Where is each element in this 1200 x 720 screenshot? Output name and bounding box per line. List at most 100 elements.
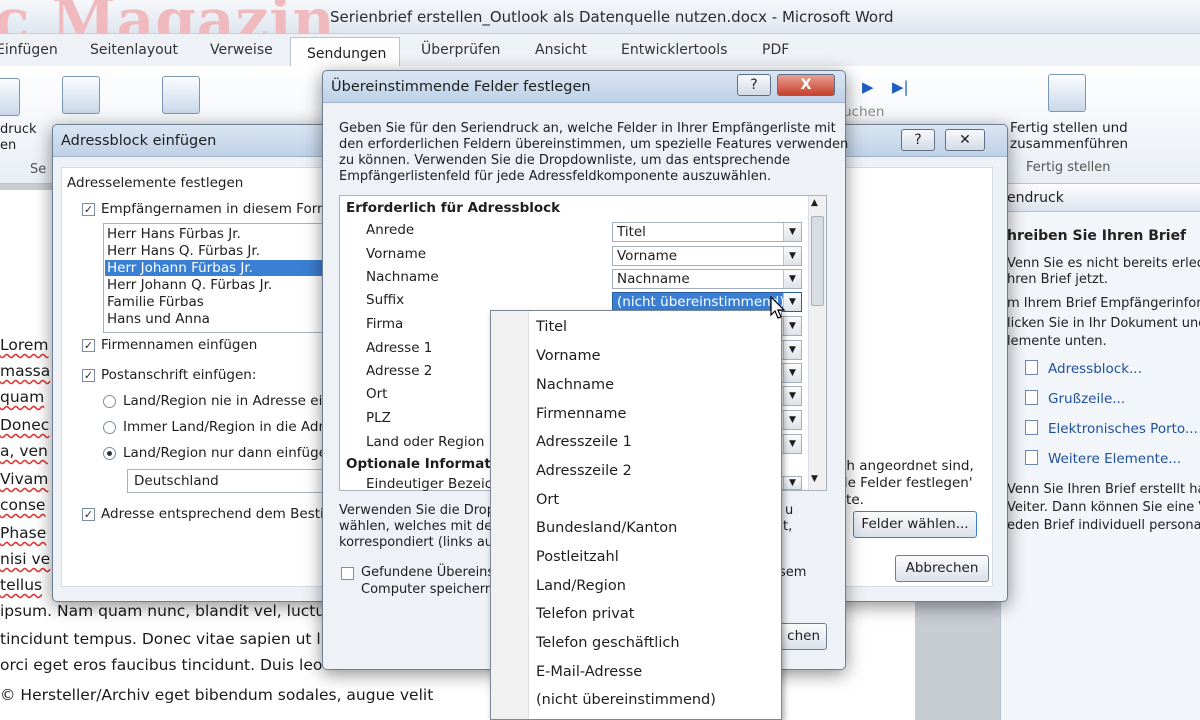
select-adresse1[interactable]: ▼ (780, 340, 802, 360)
section-label: Adresselemente festlegen (67, 175, 244, 191)
window-title: Serienbrief erstellen_Outlook als Datenq… (330, 8, 894, 26)
postal-checkbox[interactable]: ✓ (82, 369, 95, 382)
dropdown-option[interactable]: Adresszeile 2 (536, 463, 632, 479)
intro-text: den erforderlichen Feldern übereinstimme… (339, 137, 849, 152)
scrollbar[interactable]: ▲ ▼ (808, 196, 826, 490)
select-anrede[interactable]: Titel ▼ (612, 222, 802, 242)
field-label: PLZ (366, 410, 391, 426)
tab-verweise[interactable]: Verweise (210, 42, 273, 58)
letter-icon[interactable] (0, 78, 20, 116)
company-check-label: Firmennamen einfügen (101, 337, 258, 353)
scroll-up-icon[interactable]: ▲ (811, 198, 818, 208)
names-checkbox[interactable]: ✓ (82, 203, 95, 216)
finish-merge-icon[interactable] (1048, 74, 1086, 112)
pane-header: endruck (1001, 184, 1200, 212)
chevron-down-icon[interactable]: ▼ (783, 435, 801, 453)
dropdown-option[interactable]: Postleitzahl (536, 549, 619, 565)
select-plz[interactable]: ▼ (780, 410, 802, 430)
ribbon-label: en (0, 138, 17, 153)
tab-ansicht[interactable]: Ansicht (535, 42, 587, 58)
format-check-label: Adresse entsprechend dem Bestimm (101, 506, 351, 522)
close-button[interactable]: X (777, 74, 835, 96)
save-checkbox[interactable] (341, 567, 354, 580)
tab-seitenlayout[interactable]: Seitenlayout (90, 42, 178, 58)
tab-ueberpruefen[interactable]: Überprüfen (421, 42, 500, 58)
list-item[interactable]: Herr Hans Q. Fürbas Jr. (107, 243, 260, 259)
list-item[interactable]: Familie Fürbas (107, 294, 204, 310)
scroll-down-icon[interactable]: ▼ (811, 474, 818, 484)
list-item[interactable]: Hans und Anna (107, 311, 210, 327)
doc-line: tellus (0, 576, 43, 594)
close-button[interactable]: ✕ (945, 129, 985, 151)
scroll-thumb[interactable] (811, 216, 824, 306)
dropdown-option[interactable]: (nicht übereinstimmend) (536, 692, 716, 708)
select-nachname[interactable]: Nachname ▼ (612, 269, 802, 289)
doc-line: Vivam (0, 470, 49, 488)
dropdown-option[interactable]: Telefon geschäftlich (536, 635, 680, 651)
tab-entwicklertools[interactable]: Entwicklertools (621, 42, 727, 58)
pane-text: licken Sie in Ihr Dokument und c (1007, 316, 1200, 331)
chevron-down-icon[interactable]: ▼ (783, 477, 801, 489)
radio-always[interactable] (103, 421, 116, 434)
chevron-down-icon[interactable]: ▼ (783, 364, 801, 382)
format-checkbox[interactable]: ✓ (82, 508, 95, 521)
dropdown-option[interactable]: Nachname (536, 377, 614, 393)
dropdown-option[interactable]: Adresszeile 1 (536, 434, 632, 450)
dropdown-option[interactable]: Telefon privat (536, 606, 634, 622)
tab-einfuegen[interactable]: Einfügen (0, 42, 58, 58)
tab-pdf[interactable]: PDF (762, 42, 789, 58)
radio-never[interactable] (103, 395, 116, 408)
dropdown-option[interactable]: Ort (536, 492, 559, 508)
chevron-down-icon[interactable]: ▼ (783, 341, 801, 359)
ribbon-group-label: Fertig stellen (1026, 160, 1111, 175)
chevron-down-icon[interactable]: ▼ (783, 387, 801, 405)
radio-label: Land/Region nur dann einfügen (123, 445, 336, 461)
radio-label: Land/Region nie in Adresse einf (123, 393, 336, 409)
select-adresse2[interactable]: ▼ (780, 363, 802, 383)
select-ort[interactable]: ▼ (780, 386, 802, 406)
tab-sendungen[interactable]: Sendungen (290, 37, 400, 68)
pane-text: m Ihrem Brief Empfängerinform (1007, 296, 1200, 311)
help-text: wählen, welches mit der (339, 519, 498, 534)
help-button[interactable]: ? (901, 129, 935, 151)
dropdown-option[interactable]: Land/Region (536, 578, 626, 594)
dropdown-option[interactable]: Vorname (536, 348, 601, 364)
recipients-icon[interactable] (62, 76, 100, 114)
select-land[interactable]: ▼ (780, 434, 802, 454)
chevron-down-icon[interactable]: ▼ (783, 270, 801, 288)
link-porto[interactable]: Elektronisches Porto... (1025, 420, 1198, 437)
select-vorname[interactable]: Vorname ▼ (612, 246, 802, 266)
field-label: Land oder Region (366, 434, 485, 450)
doc-line: ipsum. Nam quam nunc, blandit vel, luctu (0, 602, 326, 620)
list-item[interactable]: Herr Hans Fürbas Jr. (107, 226, 241, 242)
select-bezeichner[interactable]: ▼ (780, 476, 802, 490)
chevron-down-icon[interactable]: ▼ (783, 411, 801, 429)
postal-check-label: Postanschrift einfügen: (101, 367, 257, 383)
ribbon-label[interactable]: zusammenführen (1010, 136, 1128, 152)
dropdown-option[interactable]: Firmenname (536, 406, 626, 422)
company-checkbox[interactable]: ✓ (82, 339, 95, 352)
chevron-down-icon[interactable]: ▼ (783, 247, 801, 265)
last-record-icon[interactable]: ▶| (892, 78, 909, 96)
next-record-icon[interactable]: ▶ (862, 78, 874, 96)
dropdown-option[interactable]: Bundesland/Kanton (536, 520, 677, 536)
help-button[interactable]: ? (737, 74, 771, 96)
chevron-down-icon[interactable]: ▼ (783, 223, 801, 241)
name-format-list[interactable]: Herr Hans Fürbas Jr. Herr Hans Q. Fürbas… (103, 223, 333, 333)
edit-recipients-icon[interactable] (162, 76, 200, 114)
list-item-selected[interactable]: Herr Johann Fürbas Jr. (105, 260, 333, 276)
link-weitere[interactable]: Weitere Elemente... (1025, 450, 1181, 467)
country-input[interactable]: Deutschland (127, 469, 337, 493)
list-item[interactable]: Herr Johann Q. Fürbas Jr. (107, 277, 272, 293)
field-dropdown-list[interactable]: Titel Vorname Nachname Firmenname Adress… (490, 310, 782, 720)
doc-line: Lorem (0, 336, 49, 354)
radio-conditional[interactable] (103, 447, 116, 460)
cancel-button[interactable]: Abbrechen (895, 555, 989, 582)
link-grusszeile[interactable]: Grußzeile... (1025, 390, 1125, 407)
pane-text: hren Brief jetzt. (1007, 272, 1109, 287)
dropdown-option[interactable]: Titel (536, 319, 567, 335)
dropdown-option[interactable]: E-Mail-Adresse (536, 664, 642, 680)
link-adressblock[interactable]: Adressblock... (1025, 360, 1142, 377)
ribbon-label[interactable]: Fertig stellen und (1010, 120, 1128, 136)
felder-waehlen-button[interactable]: Felder wählen... (853, 511, 977, 538)
